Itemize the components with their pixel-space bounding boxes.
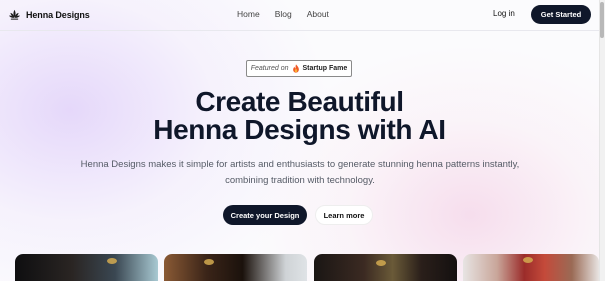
nav-link-about[interactable]: About [307, 9, 329, 19]
get-started-button[interactable]: Get Started [531, 5, 591, 24]
featured-brand: Startup Fame [302, 65, 348, 72]
login-link[interactable]: Log in [493, 9, 515, 18]
page: Henna Designs Home Blog About Log in Get… [0, 0, 599, 281]
lotus-icon [8, 9, 21, 20]
nav-link-home[interactable]: Home [237, 9, 260, 19]
jewelry-detail [107, 258, 117, 264]
flame-icon [292, 64, 299, 73]
top-navigation-bar: Henna Designs Home Blog About Log in Get… [0, 0, 599, 30]
jewelry-detail [376, 260, 386, 266]
main-nav: Home Blog About [237, 9, 329, 19]
headline-line-1: Create Beautiful [195, 86, 404, 117]
brand-name: Henna Designs [26, 9, 90, 20]
jewelry-detail [523, 257, 533, 263]
scrollbar-thumb[interactable] [600, 2, 604, 38]
nav-link-blog[interactable]: Blog [275, 9, 292, 19]
header-divider [0, 30, 599, 31]
headline-line-2: Henna Designs with AI [153, 114, 446, 145]
learn-more-button[interactable]: Learn more [315, 205, 373, 225]
subtext-line-1: Henna Designs makes it simple for artist… [80, 159, 520, 170]
brand-logo-link[interactable]: Henna Designs [8, 8, 90, 21]
gallery-image-4[interactable] [463, 254, 599, 281]
gallery-image-3[interactable] [314, 254, 457, 281]
featured-prefix: Featured on [250, 65, 289, 72]
create-design-button[interactable]: Create your Design [223, 205, 307, 225]
vertical-scrollbar[interactable] [599, 0, 605, 281]
featured-badge[interactable]: Featured on Startup Fame [246, 60, 352, 77]
gallery-image-2[interactable] [164, 254, 307, 281]
gallery-image-1[interactable] [15, 254, 158, 281]
subtext-line-2: combining tradition with technology. [225, 175, 375, 186]
jewelry-detail [204, 259, 214, 265]
hero-subtext: Henna Designs makes it simple for artist… [70, 157, 530, 189]
hero-headline: Create Beautiful Henna Designs with AI [0, 88, 599, 144]
